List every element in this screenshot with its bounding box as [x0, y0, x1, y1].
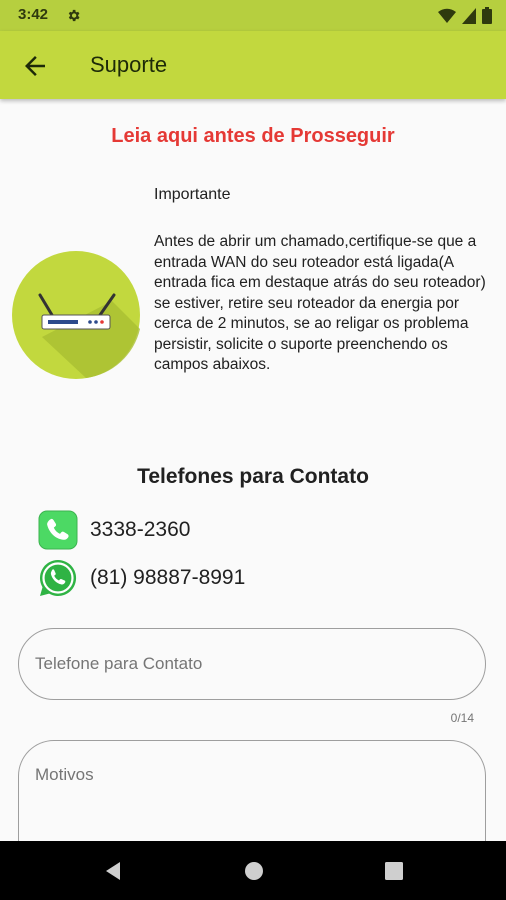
- page-title: Suporte: [90, 52, 168, 77]
- contact-row-whatsapp[interactable]: (81) 98887-8991: [38, 558, 245, 598]
- system-nav-bar: [0, 841, 506, 900]
- settings-gear-icon: [68, 9, 80, 22]
- status-bar: 3:42: [0, 0, 506, 31]
- contact-whatsapp-number: (81) 98887-8991: [90, 566, 246, 589]
- phone-input[interactable]: [19, 629, 485, 699]
- warning-title: Leia aqui antes de Prosseguir: [111, 125, 395, 147]
- nav-home-icon[interactable]: [243, 860, 265, 882]
- whatsapp-icon: [39, 559, 77, 596]
- signal-icon: [462, 7, 476, 24]
- contacts-title: Telefones para Contato: [137, 465, 369, 488]
- status-time: 3:42: [18, 6, 49, 23]
- phone-icon: [38, 510, 78, 550]
- phone-field-container: [18, 628, 486, 700]
- back-arrow-icon[interactable]: [20, 51, 50, 81]
- contact-phone-number: 3338-2360: [90, 518, 191, 541]
- nav-recents-icon[interactable]: [383, 860, 405, 882]
- info-body: Antes de abrir um chamado,certifique-se …: [154, 233, 486, 373]
- app-bar: Suporte: [0, 31, 506, 99]
- phone-char-counter: 0/14: [450, 711, 474, 725]
- info-label: Importante: [154, 186, 231, 203]
- wifi-icon: [438, 8, 456, 23]
- status-icons: [438, 7, 492, 24]
- nav-back-icon[interactable]: [102, 860, 124, 882]
- battery-icon: [482, 7, 492, 24]
- router-illustration-icon: [12, 251, 140, 379]
- contact-row-phone[interactable]: 3338-2360: [38, 510, 190, 550]
